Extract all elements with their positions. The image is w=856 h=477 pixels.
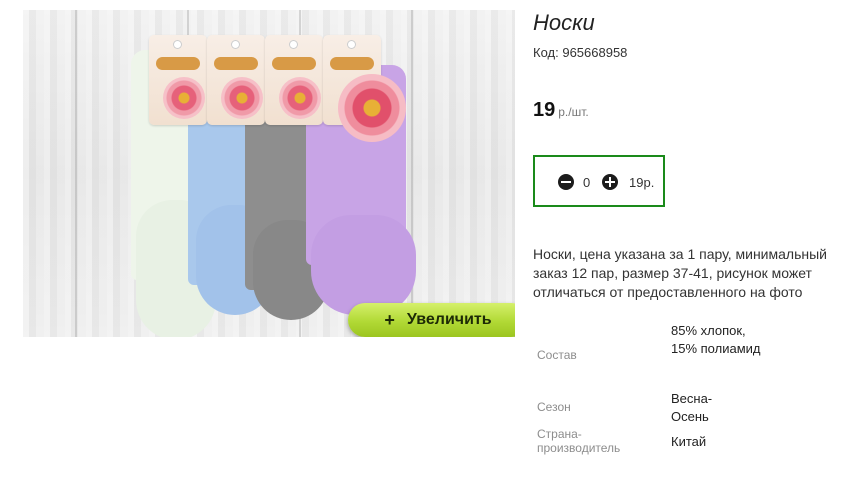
package-tag — [149, 35, 207, 125]
price-unit: р./шт. — [558, 105, 589, 119]
minus-icon[interactable] — [558, 174, 574, 190]
quantity-value: 0 — [583, 175, 591, 190]
zoom-button-label: Увеличить — [406, 311, 492, 328]
product-code-value: 965668958 — [562, 45, 628, 60]
package-tag — [207, 35, 265, 125]
plus-circle-icon[interactable] — [602, 174, 618, 190]
price-value: 19 — [533, 99, 556, 121]
spec-value-composition: 85% хлопок, 15% полиамид — [671, 323, 761, 356]
product-code-label: Код: — [533, 45, 559, 60]
spec-value-country: Китай — [671, 434, 707, 449]
zoom-button[interactable]: + Увеличить — [348, 303, 515, 337]
flower-decoration — [338, 74, 406, 142]
product-description: Носки, цена указана за 1 пару, минимальн… — [533, 246, 827, 300]
package-tag — [265, 35, 323, 125]
product-photo[interactable]: + Увеличить — [23, 10, 515, 337]
quantity-selector: 0 19р. — [533, 155, 665, 207]
product-code: Код: 965668958 — [533, 45, 627, 60]
spec-label-composition: Состав — [537, 348, 577, 362]
spec-label-season: Сезон — [537, 400, 571, 414]
plus-icon: + — [384, 309, 395, 330]
product-page: + Увеличить Носки Код: 965668958 19 р./шт… — [0, 0, 856, 477]
spec-label-country: Страна-производитель — [537, 427, 621, 455]
product-price: 19 р./шт. — [533, 99, 589, 122]
quantity-sum: 19р. — [629, 175, 655, 190]
product-title: Носки — [533, 10, 595, 35]
spec-value-season: Весна-Осень — [671, 391, 713, 424]
